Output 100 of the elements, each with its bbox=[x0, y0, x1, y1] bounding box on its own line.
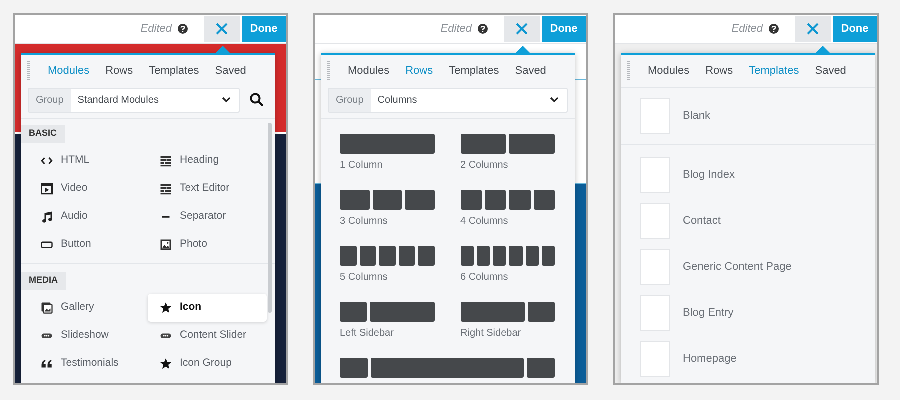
module-item[interactable]: Video bbox=[29, 175, 148, 203]
module-label: Button bbox=[61, 237, 92, 252]
module-item[interactable]: Slideshow bbox=[29, 322, 148, 350]
template-item[interactable]: Blog Index bbox=[621, 157, 875, 193]
column-layout-drawing[interactable] bbox=[460, 302, 555, 322]
close-icon bbox=[807, 23, 819, 35]
help-icon bbox=[478, 24, 488, 34]
select-value: Standard Modules bbox=[76, 94, 160, 108]
module-item[interactable]: Text Editor bbox=[148, 175, 267, 203]
tab[interactable]: Rows bbox=[698, 62, 742, 80]
module-label: Slideshow bbox=[61, 328, 109, 344]
drag-handle-icon bbox=[327, 61, 331, 81]
help-icon bbox=[178, 24, 188, 34]
module-item[interactable]: HTML bbox=[29, 147, 148, 175]
video-icon bbox=[41, 183, 53, 195]
tab[interactable]: Modules bbox=[640, 62, 698, 80]
module-item[interactable]: Testimonials bbox=[29, 350, 148, 378]
column-layout-drawing[interactable] bbox=[340, 246, 434, 266]
module-item[interactable]: Content Slider bbox=[148, 322, 267, 350]
module-item[interactable]: Photo bbox=[148, 231, 267, 259]
template-thumbnail bbox=[640, 249, 670, 285]
music-note-icon bbox=[41, 211, 53, 223]
tab[interactable]: Saved bbox=[807, 62, 854, 80]
select-value: Columns bbox=[376, 94, 418, 108]
column-layout-drawing[interactable] bbox=[460, 246, 555, 266]
module-label: HTML bbox=[61, 153, 90, 168]
group-select[interactable]: Group Standard Modules bbox=[28, 88, 240, 112]
template-item[interactable]: Contact bbox=[621, 203, 875, 239]
template-label: Generic Content Page bbox=[683, 260, 792, 275]
template-item[interactable]: Blog Entry bbox=[621, 295, 875, 331]
layout-label: Left Sidebar bbox=[340, 327, 395, 341]
layout-label: 2 Columns bbox=[460, 159, 510, 173]
group-select[interactable]: Group Columns bbox=[328, 88, 568, 112]
images-icon bbox=[41, 302, 53, 314]
done-button[interactable]: Done bbox=[242, 16, 286, 42]
scrollbar[interactable] bbox=[268, 123, 272, 313]
tab[interactable]: Rows bbox=[98, 62, 142, 80]
template-label: Blog Entry bbox=[683, 306, 734, 321]
close-button[interactable] bbox=[504, 16, 540, 42]
template-thumbnail bbox=[640, 295, 670, 331]
module-label: Content Slider bbox=[180, 328, 247, 344]
column-layout-drawing[interactable] bbox=[340, 358, 555, 378]
module-item[interactable]: Icon bbox=[148, 294, 267, 322]
drag-handle-icon bbox=[27, 61, 31, 81]
layout-label: 1 Column bbox=[340, 159, 384, 173]
module-label: Text Editor bbox=[180, 181, 230, 196]
tab[interactable]: Saved bbox=[507, 62, 554, 80]
edited-status: Edited bbox=[732, 22, 763, 37]
search-button[interactable] bbox=[248, 91, 266, 109]
module-item[interactable]: Heading bbox=[148, 147, 267, 175]
module-label: Testimonials bbox=[61, 356, 119, 372]
drag-handle-icon bbox=[627, 61, 631, 81]
module-item[interactable]: Gallery bbox=[29, 294, 148, 322]
tab[interactable]: Saved bbox=[207, 62, 254, 80]
module-item[interactable]: Button bbox=[29, 231, 148, 259]
column-layout-drawing[interactable] bbox=[460, 190, 555, 210]
close-button[interactable] bbox=[204, 16, 240, 42]
star-icon bbox=[160, 358, 172, 370]
section-header: MEDIA bbox=[21, 272, 66, 290]
tab[interactable]: Templates bbox=[141, 62, 208, 80]
star-icon bbox=[160, 302, 172, 314]
layout-label: 5 Columns bbox=[340, 271, 389, 285]
module-label: Gallery bbox=[61, 300, 94, 316]
close-button[interactable] bbox=[795, 16, 831, 42]
template-item[interactable]: Generic Content Page bbox=[621, 249, 875, 285]
module-item[interactable]: Separator bbox=[148, 203, 267, 231]
tab[interactable]: Templates bbox=[441, 62, 508, 80]
tab[interactable]: Modules bbox=[340, 62, 398, 80]
template-thumbnail bbox=[640, 98, 670, 134]
template-thumbnail bbox=[640, 203, 670, 239]
close-icon bbox=[216, 23, 228, 35]
edited-status: Edited bbox=[140, 22, 172, 37]
module-label: Video bbox=[61, 181, 88, 196]
tab[interactable]: Modules bbox=[40, 62, 98, 80]
module-item[interactable]: Icon Group bbox=[148, 350, 267, 378]
layout-label: 6 Columns bbox=[460, 271, 510, 285]
module-label: Icon bbox=[180, 300, 202, 316]
template-label: Contact bbox=[683, 214, 721, 229]
template-item[interactable]: Homepage bbox=[621, 341, 875, 377]
template-item[interactable]: Blank bbox=[621, 98, 875, 134]
column-layout-drawing[interactable] bbox=[340, 190, 434, 210]
tab[interactable]: Rows bbox=[398, 62, 442, 80]
chevron-down-icon bbox=[222, 97, 231, 103]
module-item[interactable]: Audio bbox=[29, 203, 148, 231]
text-lines-icon bbox=[160, 155, 172, 167]
module-label: Separator bbox=[180, 209, 226, 224]
module-label: Icon Group bbox=[180, 356, 232, 372]
layout-label: Right Sidebar bbox=[460, 327, 522, 341]
tab[interactable]: Templates bbox=[741, 62, 808, 80]
column-layout-drawing[interactable] bbox=[460, 134, 555, 154]
column-layout-drawing[interactable] bbox=[340, 302, 434, 322]
template-label: Blank bbox=[683, 108, 711, 124]
rounded-rectangle-icon bbox=[41, 239, 53, 251]
chevron-down-icon bbox=[550, 97, 559, 103]
template-thumbnail bbox=[640, 157, 670, 193]
done-button[interactable]: Done bbox=[542, 16, 586, 42]
done-button[interactable]: Done bbox=[833, 16, 877, 42]
module-label: Photo bbox=[180, 237, 208, 252]
text-lines-icon bbox=[160, 183, 172, 195]
section-header: BASIC bbox=[21, 125, 66, 142]
